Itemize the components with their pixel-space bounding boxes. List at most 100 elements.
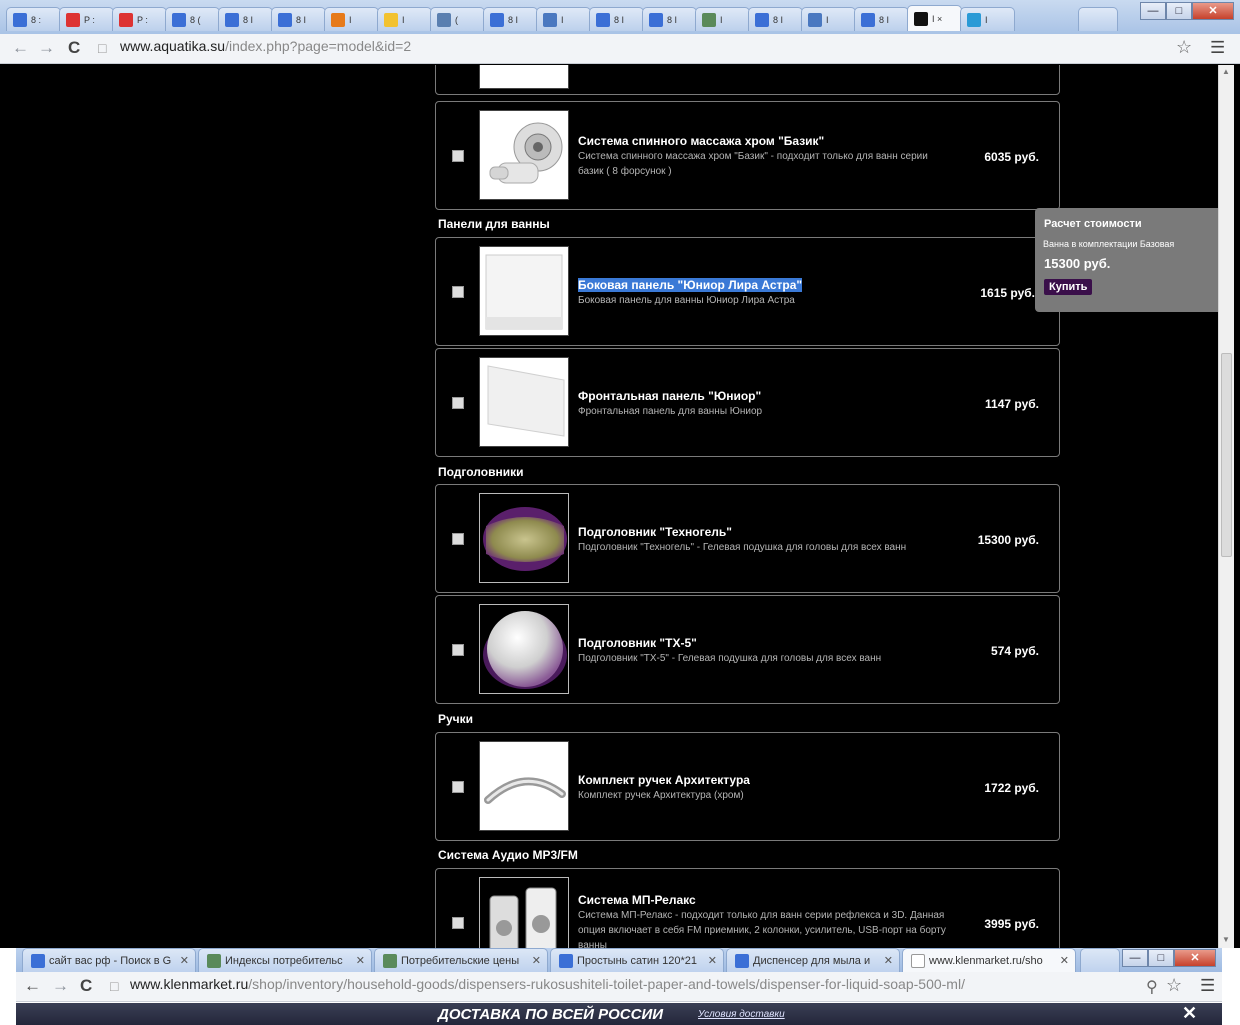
browser-tab[interactable]: P : (59, 7, 114, 31)
browser-tab[interactable]: P : (112, 7, 167, 31)
bottom-url-host: www.klenmarket.ru (130, 976, 249, 992)
bottom-url-field[interactable]: www.klenmarket.ru/shop/inventory/househo… (130, 976, 965, 992)
tab-favicon-icon (543, 12, 557, 27)
option-price: 1722 руб. (984, 781, 1039, 795)
search-icon[interactable]: ⚲ (1146, 977, 1158, 997)
browser-tab[interactable]: Диспенсер для мыла и ✕ (726, 948, 900, 972)
option-price: 1147 руб. (985, 397, 1039, 411)
browser-tab[interactable]: 8 I (483, 7, 538, 31)
option-title: Комплект ручек Архитектура (578, 773, 750, 787)
browser-tab[interactable]: I (377, 7, 432, 31)
selected-text: Боковая панель "Юниор Лира Астра" (578, 278, 803, 292)
browser-tab[interactable]: сайт вас рф - Поиск в G ✕ (22, 948, 196, 972)
new-tab-button[interactable] (1080, 948, 1120, 972)
scroll-up-icon[interactable]: ▲ (1222, 67, 1230, 76)
browser-tab[interactable]: Индексы потребительс ✕ (198, 948, 372, 972)
top-url-path: /index.php?page=model&id=2 (225, 38, 412, 54)
browser-tab[interactable]: Потребительские цены ✕ (374, 948, 548, 972)
new-tab-button[interactable] (1078, 7, 1118, 31)
option-title: Система МП-Релакс (578, 893, 696, 907)
tab-label: 8 I (667, 14, 678, 25)
browser-tab[interactable]: I (695, 7, 750, 31)
maximize-icon[interactable]: □ (1148, 949, 1174, 967)
tab-close-icon[interactable]: ✕ (180, 954, 189, 967)
tab-label: 8 I (243, 14, 254, 25)
scroll-down-icon[interactable]: ▼ (1222, 935, 1230, 944)
top-url-field[interactable]: www.aquatika.su/index.php?page=model&id=… (120, 38, 411, 54)
option-item: Система МП-Релакс Система МП-Релакс - по… (435, 868, 1060, 948)
window-controls: — □ ✕ (1140, 2, 1234, 20)
browser-tab[interactable]: 8 : (6, 7, 61, 31)
browser-tab[interactable]: ( (430, 7, 485, 31)
minimize-icon[interactable]: — (1140, 2, 1166, 20)
minimize-icon[interactable]: — (1122, 949, 1148, 967)
tab-favicon-icon (911, 953, 925, 968)
option-title: Система спинного массажа хром "Базик" (578, 134, 825, 148)
close-icon[interactable]: ✕ (1182, 1003, 1197, 1024)
scrollbar-thumb[interactable] (1221, 353, 1232, 557)
option-item: Подголовник "ТХ-5" Подголовник "ТХ-5" - … (435, 595, 1060, 704)
option-checkbox[interactable] (452, 533, 464, 545)
menu-icon[interactable]: ☰ (1200, 976, 1215, 996)
browser-tab[interactable]: 8 I (589, 7, 644, 31)
close-icon[interactable]: ✕ (1192, 2, 1234, 20)
calc-total: 15300 руб. (1044, 256, 1111, 271)
browser-tab[interactable]: I (801, 7, 856, 31)
option-checkbox[interactable] (452, 644, 464, 656)
product-thumbnail (479, 604, 569, 694)
forward-icon[interactable]: → (52, 976, 69, 996)
reload-icon[interactable]: C (80, 976, 92, 996)
menu-icon[interactable]: ☰ (1210, 38, 1225, 58)
browser-tab[interactable]: 8 I (748, 7, 803, 31)
tab-favicon-icon (278, 12, 292, 27)
tab-label: P : (137, 14, 148, 25)
back-icon[interactable]: ← (24, 976, 41, 996)
tab-favicon-icon (967, 12, 981, 27)
tab-favicon-icon (914, 11, 928, 26)
option-checkbox[interactable] (452, 397, 464, 409)
browser-tab[interactable]: 8 I (642, 7, 697, 31)
browser-tab[interactable]: 8 I (854, 7, 909, 31)
option-description: Фронтальная панель для ванны Юниор (578, 406, 763, 417)
back-icon[interactable]: ← (12, 38, 29, 58)
option-description: Боковая панель для ванны Юниор Лира Астр… (578, 295, 795, 306)
browser-tab[interactable]: I (960, 7, 1015, 31)
tab-label: I (349, 14, 352, 25)
product-thumbnail (479, 110, 569, 200)
buy-button[interactable]: Купить (1044, 279, 1093, 295)
browser-tab[interactable]: 8 I (218, 7, 273, 31)
option-checkbox[interactable] (452, 917, 464, 929)
option-checkbox[interactable] (452, 286, 464, 298)
tab-close-icon[interactable]: ✕ (356, 954, 365, 967)
tab-close-icon[interactable]: ✕ (1060, 954, 1069, 967)
forward-icon[interactable]: → (38, 38, 55, 58)
browser-tab[interactable]: I × (907, 5, 962, 31)
tab-close-icon[interactable]: ✕ (532, 954, 541, 967)
product-options-page: Система спинного массажа хром "Базик" Си… (6, 65, 1218, 948)
reload-icon[interactable]: C (68, 38, 80, 58)
tab-favicon-icon (31, 953, 45, 968)
close-icon[interactable]: ✕ (1174, 949, 1216, 967)
option-checkbox[interactable] (452, 781, 464, 793)
tab-favicon-icon (119, 12, 133, 27)
browser-tab[interactable]: www.klenmarket.ru/sho ✕ (902, 948, 1076, 972)
tab-label: 8 I (296, 14, 307, 25)
browser-tab[interactable]: 8 ( (165, 7, 220, 31)
calc-title: Расчет стоимости (1044, 218, 1142, 230)
option-item: Фронтальная панель "Юниор" Фронтальная п… (435, 348, 1060, 457)
bookmark-star-icon[interactable]: ☆ (1176, 37, 1192, 58)
option-checkbox[interactable] (452, 150, 464, 162)
browser-tab[interactable]: 8 I (271, 7, 326, 31)
browser-tab[interactable]: I (324, 7, 379, 31)
tab-close-icon[interactable]: ✕ (708, 954, 717, 967)
top-vertical-scrollbar[interactable]: ▲ ▼ (1218, 65, 1234, 948)
browser-tab[interactable]: Простынь сатин 120*21 ✕ (550, 948, 724, 972)
delivery-terms-link[interactable]: Условия доставки (698, 1009, 785, 1020)
maximize-icon[interactable]: □ (1166, 2, 1192, 20)
tab-favicon-icon (13, 12, 27, 27)
bottom-url-path: /shop/inventory/household-goods/dispense… (248, 976, 965, 992)
browser-tab[interactable]: I (536, 7, 591, 31)
bookmark-star-icon[interactable]: ☆ (1166, 975, 1182, 996)
option-item: Система спинного массажа хром "Базик" Си… (435, 101, 1060, 210)
tab-close-icon[interactable]: ✕ (884, 954, 893, 967)
